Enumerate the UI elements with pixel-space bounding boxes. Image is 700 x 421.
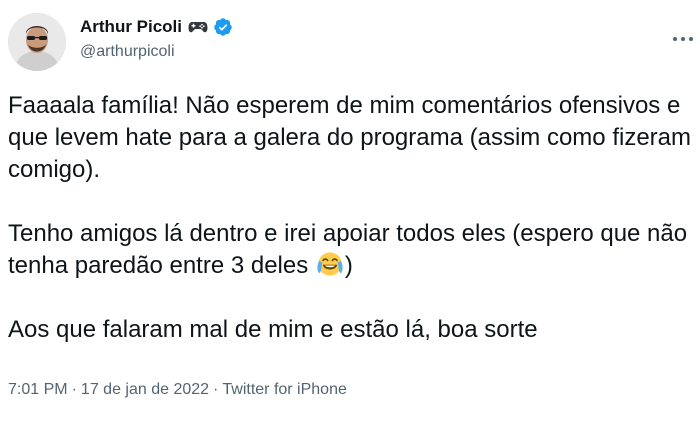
laughing-crying-face-icon [316, 250, 344, 278]
author-handle[interactable]: @arthurpicoli [80, 43, 233, 61]
tweet-time[interactable]: 7:01 PM [8, 381, 68, 398]
more-dot [673, 37, 677, 41]
avatar[interactable] [8, 13, 66, 71]
tweet-card: Arthur Picoli @arthurpicoli Faaaala famí… [0, 0, 700, 421]
verified-badge-icon [213, 17, 233, 37]
more-options-icon[interactable] [668, 29, 698, 49]
name-row: Arthur Picoli [80, 15, 233, 39]
video-game-controller-icon [188, 20, 208, 34]
tweet-paragraph-3: Aos que falaram mal de mim e estão lá, b… [8, 316, 538, 343]
tweet-text: Faaaala família! Não esperem de mim come… [8, 90, 694, 346]
tweet-source[interactable]: Twitter for iPhone [222, 381, 347, 398]
author-display-name[interactable]: Arthur Picoli [80, 17, 182, 37]
tweet-header: Arthur Picoli @arthurpicoli [8, 13, 700, 73]
tweet-paragraph-1: Faaaala família! Não esperem de mim come… [8, 92, 691, 183]
meta-separator: · [213, 381, 219, 398]
tweet-paragraph-2: Tenho amigos lá dentro e irei apoiar tod… [8, 218, 694, 282]
more-dot [689, 37, 693, 41]
author-identity: Arthur Picoli @arthurpicoli [80, 15, 233, 61]
tweet-meta: 7:01 PM · 17 de jan de 2022 · Twitter for iP… [8, 381, 347, 399]
tweet-date[interactable]: 17 de jan de 2022 [81, 381, 209, 398]
meta-separator: · [71, 381, 77, 398]
avatar-image [8, 13, 66, 71]
more-dot [681, 37, 685, 41]
tweet-paragraph-2-close: ) [344, 252, 353, 279]
